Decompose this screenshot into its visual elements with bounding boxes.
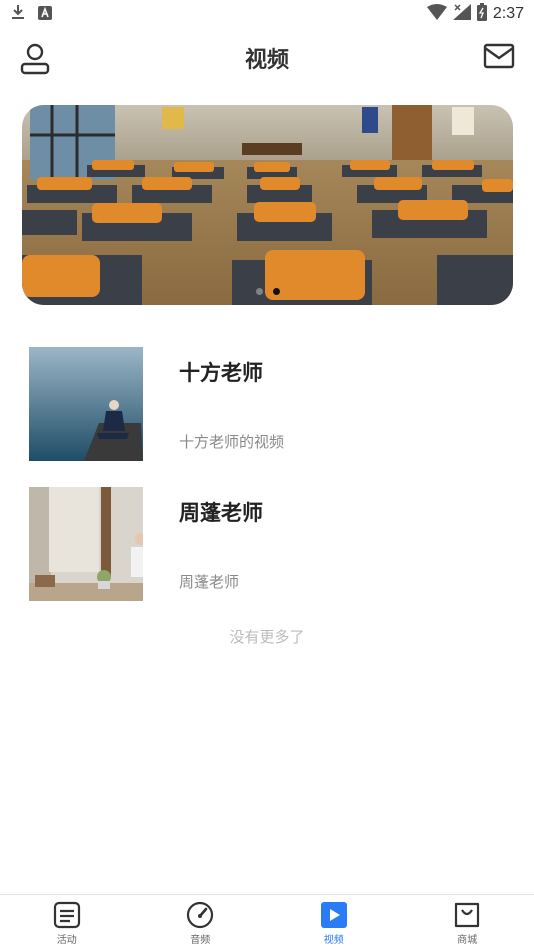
list-item[interactable]: 十方老师 十方老师的视频 xyxy=(0,345,534,485)
nav-label: 商城 xyxy=(457,935,478,946)
nav-tab-video[interactable]: 视频 xyxy=(267,895,401,950)
nav-tab-shop[interactable]: 商城 xyxy=(401,895,534,950)
audio-gauge-icon xyxy=(187,901,214,929)
video-play-icon xyxy=(320,902,347,928)
carousel-dot[interactable] xyxy=(255,288,263,295)
nav-label: 视频 xyxy=(323,935,344,946)
nav-label: 活动 xyxy=(56,935,77,946)
messages-button[interactable] xyxy=(482,40,516,74)
bottom-navigation: 活动 音频 视频 商城 xyxy=(0,894,534,950)
mail-icon xyxy=(483,43,515,69)
nav-label: 音频 xyxy=(190,935,211,946)
teacher-name: 周蓬老师 xyxy=(179,501,263,525)
cell-signal-icon xyxy=(452,4,471,24)
carousel-indicator xyxy=(22,288,513,295)
meditation-hall-photo xyxy=(22,105,513,305)
status-time: 2:37 xyxy=(492,5,524,22)
teacher-thumbnail xyxy=(29,487,143,601)
teacher-description: 十方老师的视频 xyxy=(179,433,285,451)
page-title: 视频 xyxy=(244,48,289,73)
carousel-dot-active[interactable] xyxy=(272,288,280,295)
list-item[interactable]: 周蓬老师 周蓬老师 xyxy=(0,485,534,625)
status-bar: 2:37 xyxy=(0,0,534,28)
teacher-description: 周蓬老师 xyxy=(179,573,240,591)
teacher-list: 十方老师 十方老师的视频 周蓬老师 周蓬老师 xyxy=(0,345,534,625)
list-end-text: 没有更多了 xyxy=(229,628,305,646)
wifi-icon xyxy=(426,4,447,24)
shop-bag-icon xyxy=(455,902,480,928)
nav-tab-activity[interactable]: 活动 xyxy=(0,895,134,950)
banner-carousel[interactable] xyxy=(22,105,513,305)
nav-tab-audio[interactable]: 音频 xyxy=(134,895,268,950)
activity-list-icon xyxy=(53,901,80,929)
download-icon xyxy=(10,3,26,25)
app-notification-icon xyxy=(38,5,52,24)
teacher-name: 十方老师 xyxy=(179,361,263,385)
app-header: 视频 xyxy=(0,28,534,88)
battery-icon xyxy=(476,3,487,25)
teacher-thumbnail xyxy=(29,347,143,461)
